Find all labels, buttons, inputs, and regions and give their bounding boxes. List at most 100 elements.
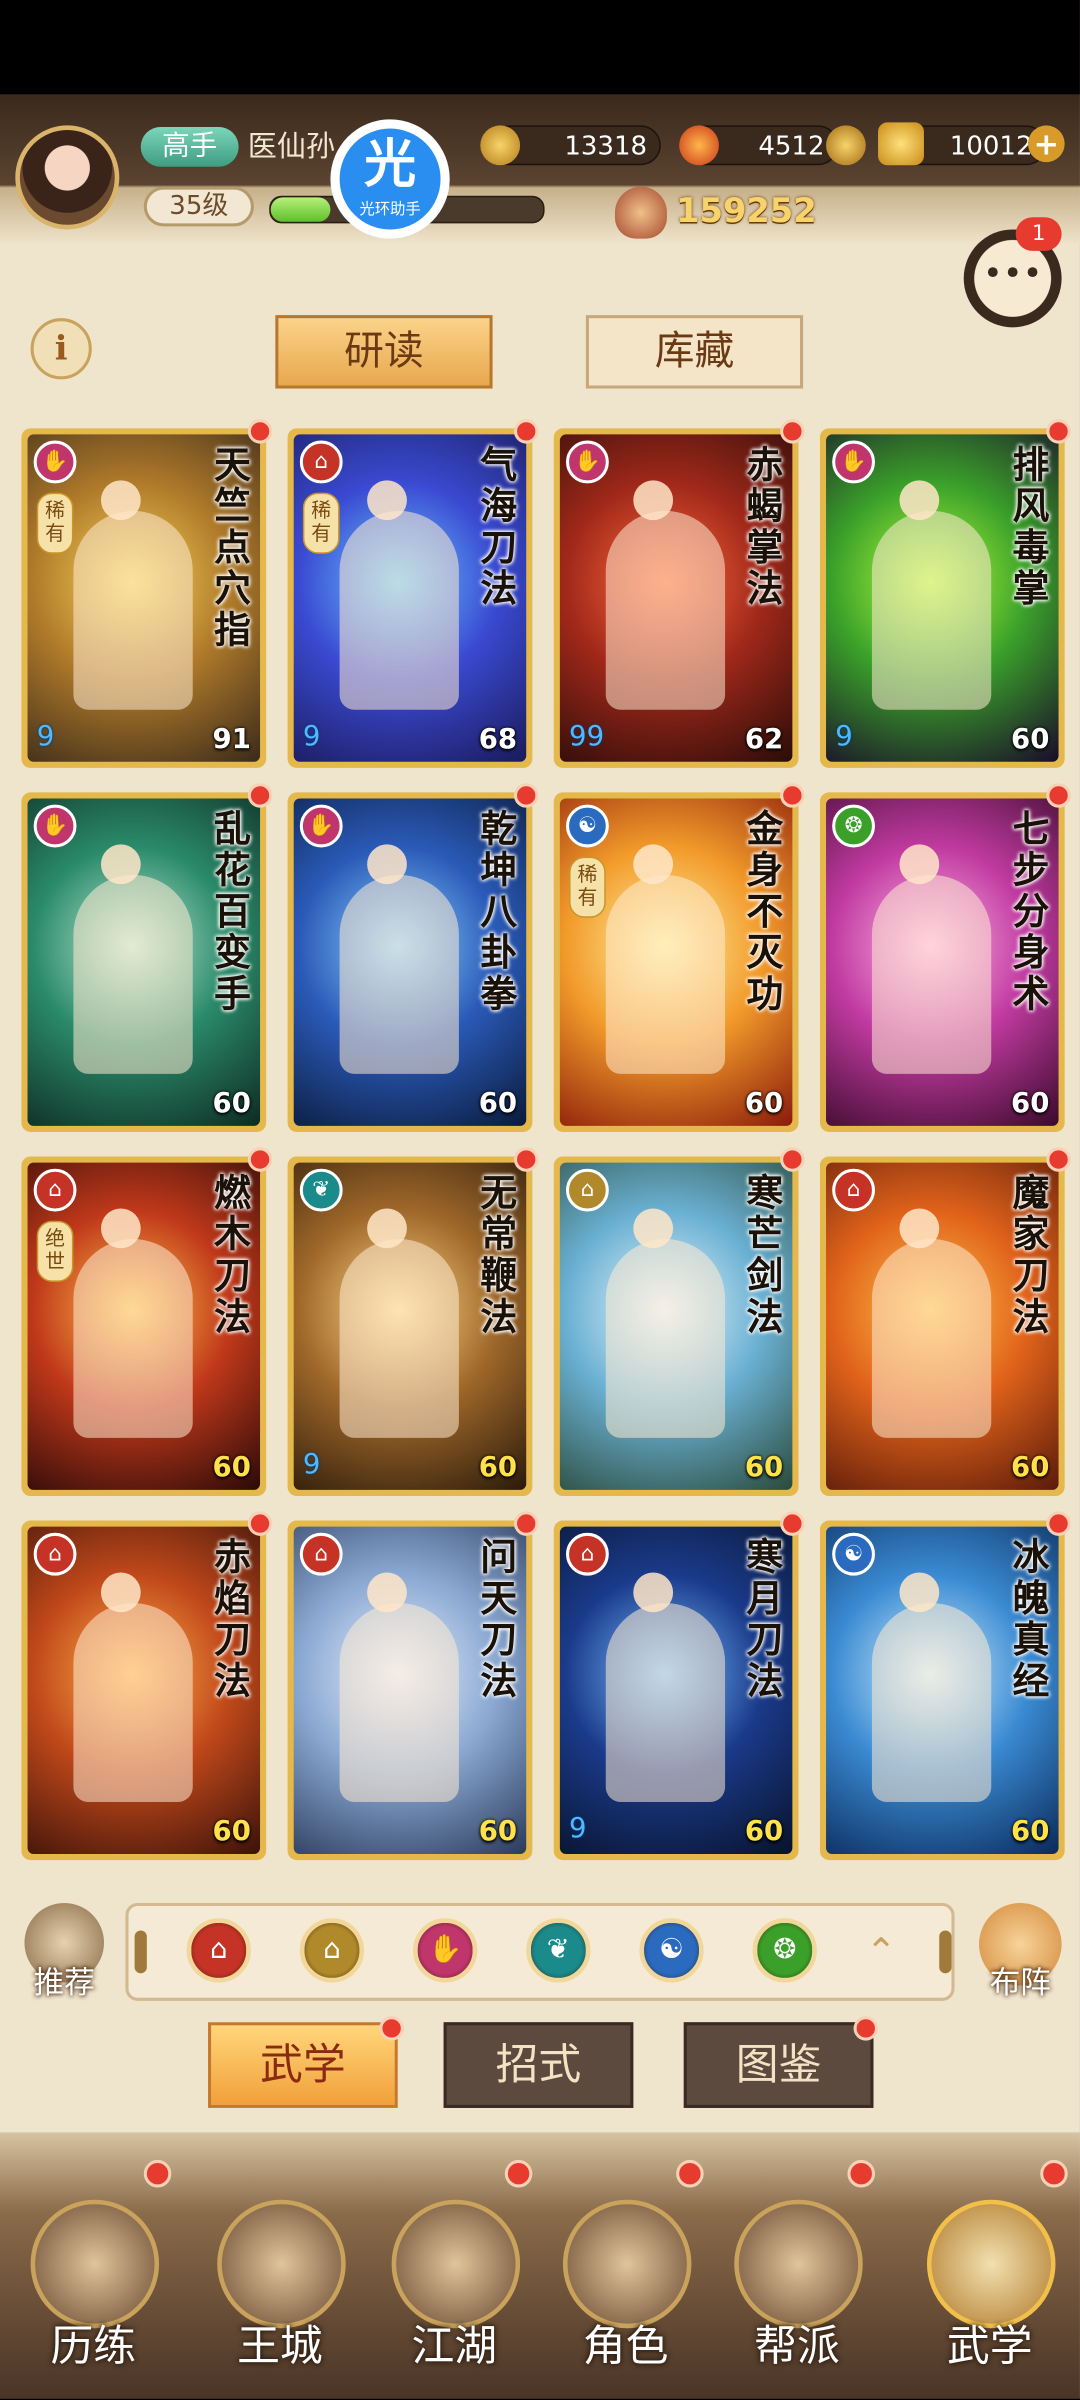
skill-card[interactable]: ✋ 天竺点穴指 稀有 9 91 <box>21 428 267 768</box>
nav-item-3[interactable]: 江湖 <box>370 2157 538 2386</box>
body-school-icon: ❂ <box>832 804 875 848</box>
skill-card-level: 91 <box>212 723 251 756</box>
tab-study[interactable]: 研读 <box>275 315 493 389</box>
new-badge-dot <box>513 1511 539 1536</box>
skill-card[interactable]: ⌂ 寒月刀法 9 60 <box>553 1520 799 1861</box>
tab-storage[interactable]: 库藏 <box>585 315 804 389</box>
card-figure-art <box>339 1239 459 1438</box>
fist-filter-icon[interactable]: ✋ <box>413 1918 478 1983</box>
new-badge-dot <box>1040 2159 1068 2188</box>
skill-card[interactable]: ⌂ 气海刀法 稀有 9 68 <box>287 428 533 768</box>
inner-school-icon: ☯ <box>565 804 609 848</box>
recommend-button[interactable]: 推荐 <box>18 1902 107 2004</box>
skill-card[interactable]: ❦ 无常鞭法 9 60 <box>287 1156 533 1497</box>
skill-card[interactable]: ⌂ 燃木刀法 绝世 60 <box>21 1156 267 1497</box>
skill-card-level: 60 <box>1011 723 1050 756</box>
tab-moves[interactable]: 招式 <box>443 2022 634 2108</box>
collapse-arrow-icon[interactable]: ⌃ <box>851 1921 912 1982</box>
skill-card-name: 气海刀法 <box>480 442 518 611</box>
skill-card-art: ❦ 无常鞭法 9 60 <box>293 1162 527 1490</box>
skill-card[interactable]: ✋ 乱花百变手 60 <box>21 792 267 1132</box>
card-figure-head <box>367 480 407 521</box>
fist-school-icon: ✋ <box>33 440 77 484</box>
skill-card[interactable]: ☯ 冰魄真经 60 <box>819 1520 1065 1861</box>
water-drop-icon: 99 <box>569 720 605 753</box>
card-figure-art <box>73 1603 193 1802</box>
helper-logo[interactable]: 光 光环助手 <box>330 119 450 239</box>
inner-school-icon: ☯ <box>832 1532 875 1576</box>
fist-school-icon: ✋ <box>832 440 875 484</box>
water-drop-icon: 9 <box>36 720 55 753</box>
skill-card[interactable]: ✋ 乾坤八卦拳 60 <box>287 792 533 1132</box>
player-name: 医仙孙 <box>247 130 336 164</box>
skill-card-level: 60 <box>744 1815 784 1848</box>
card-figure-art <box>605 1239 726 1438</box>
new-badge-dot <box>379 2016 404 2041</box>
new-badge-dot <box>247 1147 273 1172</box>
filter-bar-ornament <box>134 1930 147 1974</box>
skill-card-art: ⌂ 气海刀法 稀有 9 68 <box>293 434 527 762</box>
card-figure-art <box>871 1603 992 1802</box>
skill-card[interactable]: ⌂ 寒芒剑法 60 <box>553 1156 799 1497</box>
nav-item-4[interactable]: 角色 <box>542 2157 710 2386</box>
filter-bar-ornament <box>939 1930 952 1974</box>
silver-ingot-icon <box>826 125 866 166</box>
card-figure-head <box>100 480 141 521</box>
whip-school-icon: ❦ <box>299 1168 343 1212</box>
skill-card[interactable]: ⌂ 魔家刀法 60 <box>819 1156 1065 1497</box>
blade-filter-icon[interactable]: ⌂ <box>186 1918 251 1983</box>
new-badge-dot <box>513 783 539 808</box>
rank-badge: 高手 <box>140 126 239 167</box>
skill-card[interactable]: ❂ 七步分身术 60 <box>819 792 1065 1132</box>
skill-card-name: 乾坤八卦拳 <box>480 806 518 1016</box>
card-figure-head <box>633 480 674 521</box>
skill-card[interactable]: ⌂ 赤焰刀法 60 <box>21 1520 267 1861</box>
whip-filter-icon[interactable]: ❦ <box>526 1918 591 1983</box>
card-figure-head <box>899 480 940 521</box>
card-figure-art <box>871 510 992 710</box>
blade-school-icon: ⌂ <box>299 440 343 484</box>
game-screen: 高手 医仙孙 35级 13318 4512 10012 + 光 光环助手 159… <box>0 0 1080 2399</box>
card-figure-art <box>73 510 193 710</box>
formation-button[interactable]: 布阵 <box>970 1900 1071 2007</box>
skill-card-name: 问天刀法 <box>480 1534 518 1703</box>
skill-card-name: 金身不灭功 <box>746 806 784 1016</box>
skill-card-name: 无常鞭法 <box>480 1170 518 1339</box>
skill-card[interactable]: ⌂ 问天刀法 60 <box>287 1520 533 1861</box>
skill-card[interactable]: ✋ 赤蝎掌法 99 62 <box>553 428 799 768</box>
sword-filter-icon[interactable]: ⌂ <box>299 1918 365 1983</box>
skill-card-level: 60 <box>212 1451 251 1484</box>
new-badge-dot <box>247 1511 273 1536</box>
chat-unread-badge: 1 <box>1015 217 1062 251</box>
blade-school-icon: ⌂ <box>33 1532 77 1576</box>
nav-item-1[interactable]: 历练 <box>9 2157 177 2386</box>
nav-item-2[interactable]: 王城 <box>196 2157 364 2386</box>
info-button[interactable]: i <box>30 318 92 380</box>
nav-item-6[interactable]: 武学 <box>906 2157 1074 2386</box>
nav-label: 江湖 <box>411 2320 498 2372</box>
combat-power: 159252 <box>676 192 817 231</box>
skill-card-art: ✋ 赤蝎掌法 99 62 <box>559 434 793 762</box>
skill-card[interactable]: ✋ 排风毒掌 9 60 <box>819 428 1065 768</box>
tab-atlas[interactable]: 图鉴 <box>683 2022 874 2108</box>
skill-card-art: ⌂ 赤焰刀法 60 <box>27 1526 261 1854</box>
blade-school-icon: ⌂ <box>33 1168 77 1212</box>
card-figure-head <box>899 1208 940 1249</box>
skill-card[interactable]: ☯ 金身不灭功 稀有 60 <box>553 792 799 1132</box>
skill-card-name: 寒月刀法 <box>746 1534 784 1703</box>
water-drop-icon: 9 <box>302 1448 321 1481</box>
add-gold-button[interactable]: + <box>1027 125 1065 163</box>
body-filter-icon[interactable]: ❂ <box>752 1918 817 1983</box>
card-figure-art <box>871 1239 992 1438</box>
nav-label: 帮派 <box>754 2320 840 2372</box>
card-figure-head <box>367 844 407 885</box>
inner-filter-icon[interactable]: ☯ <box>639 1918 704 1983</box>
tab-martial-arts[interactable]: 武学 <box>208 2022 398 2108</box>
skill-card-level: 60 <box>478 1451 518 1484</box>
card-figure-art <box>73 1239 193 1438</box>
water-drop-icon: 9 <box>302 720 321 753</box>
skill-card-art: ✋ 乾坤八卦拳 60 <box>293 798 527 1126</box>
skill-card-art: ⌂ 寒月刀法 9 60 <box>559 1526 793 1854</box>
player-avatar[interactable] <box>15 125 120 230</box>
nav-item-5[interactable]: 帮派 <box>713 2157 881 2386</box>
